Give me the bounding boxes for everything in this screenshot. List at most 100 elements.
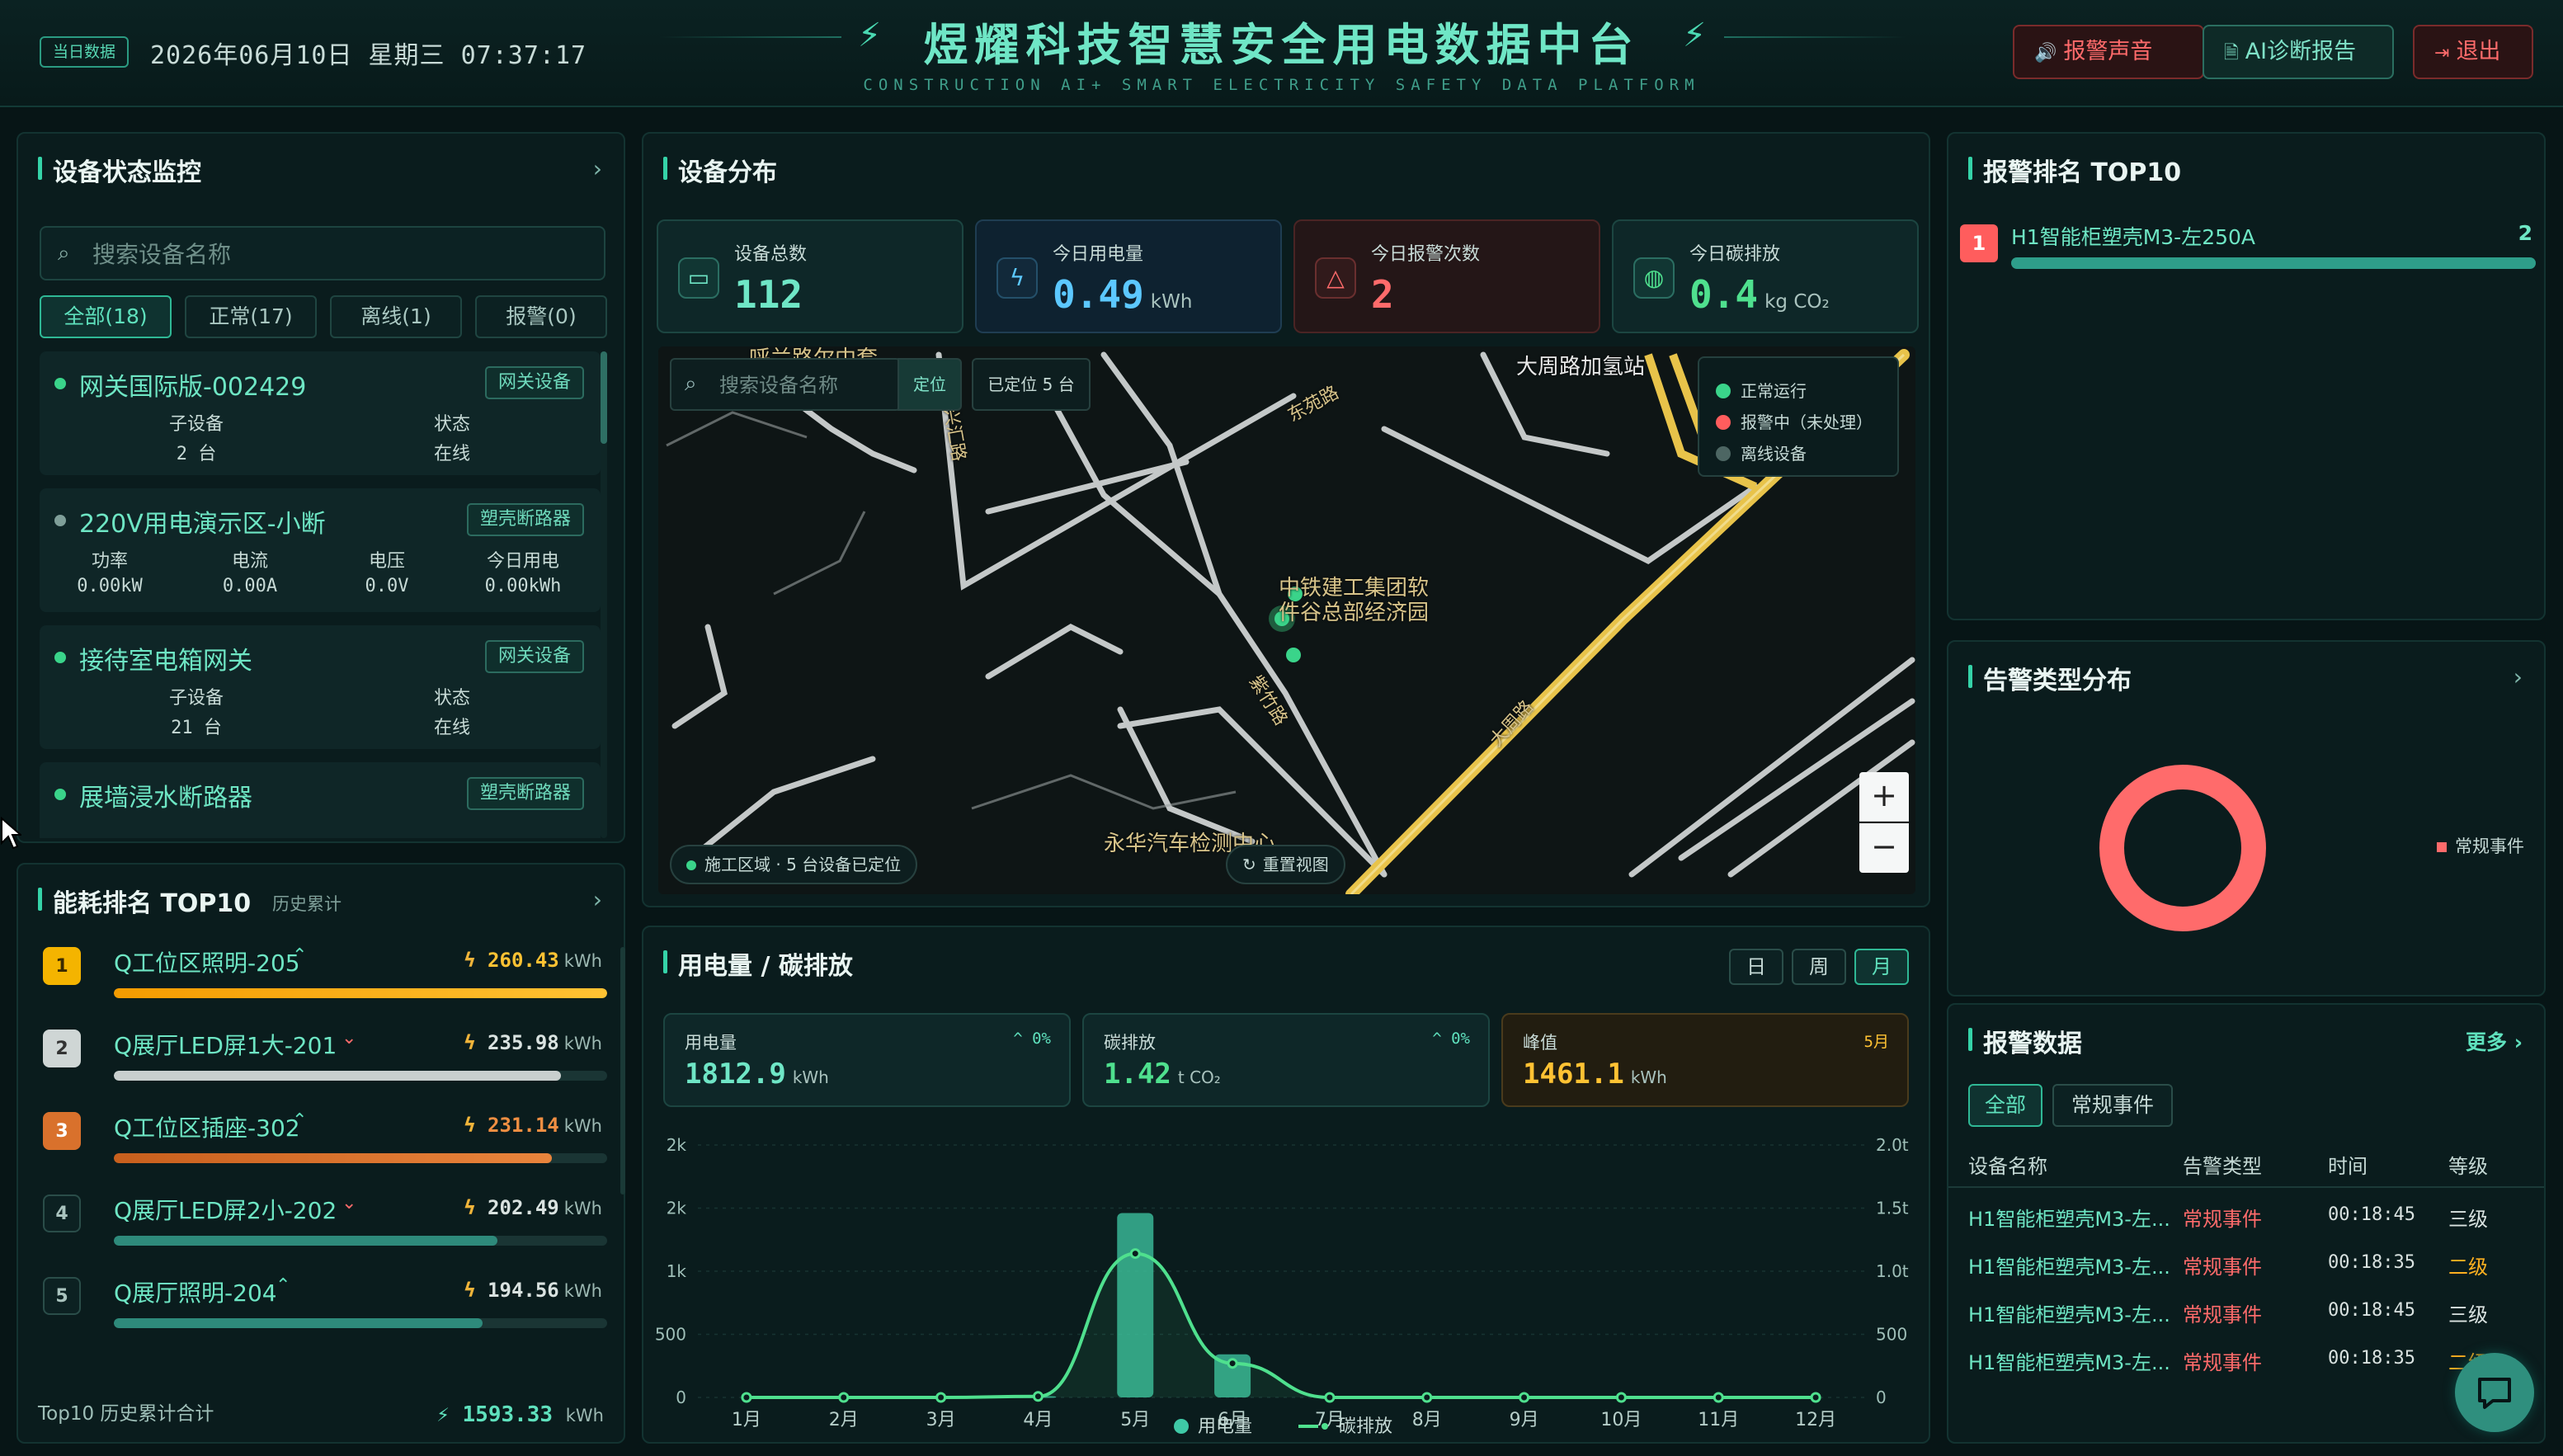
panel-title: 能耗排名 TOP10: [38, 883, 251, 919]
table-row[interactable]: H1智能柜塑壳M3-左... 常规事件 00:18:45 三级: [1948, 1289, 2544, 1336]
energy-rank-row[interactable]: 2 Q展厅LED屏1大-201 ϟ 235.98 kWh ⌄: [43, 1013, 612, 1092]
alarm-time-cell: 00:18:45: [2328, 1204, 2415, 1225]
usage-stat-energy: 用电量 ^ 0% 1812.9 kWh: [663, 1013, 1071, 1107]
device-type-badge: 网关设备: [484, 366, 584, 399]
y-tick-label-right: 1.5t: [1876, 1199, 1909, 1218]
device-list: 网关国际版-002429 网关设备 子设备 2 台 状态 在线 220V用电演示…: [40, 351, 610, 838]
zoom-in-button[interactable]: +: [1859, 772, 1909, 822]
y-tick-label-right: 500: [1876, 1325, 1907, 1345]
logout-button[interactable]: ⇥ 退出: [2413, 25, 2533, 79]
alarm-time-cell: 00:18:35: [2328, 1348, 2415, 1369]
legend-swatch: [2437, 842, 2447, 852]
energy-bar-fill: [114, 1153, 553, 1163]
trend-down-icon: ⌄: [342, 1193, 357, 1213]
chevron-right-icon[interactable]: ›: [593, 155, 602, 182]
alarm-type-cell: 常规事件: [2183, 1208, 2262, 1231]
device-card[interactable]: 展墙浸水断路器 塑壳断路器: [40, 762, 601, 838]
bolt-icon: ϟ: [464, 1114, 476, 1137]
alarm-time-cell: 00:18:35: [2328, 1252, 2415, 1273]
energy-device-name: Q工位区照明-205: [114, 949, 300, 977]
filter-tab-alarm[interactable]: 报警(0): [475, 295, 607, 338]
y-tick-label-left: 2k: [667, 1135, 687, 1155]
carbon-point: [1615, 1392, 1627, 1403]
stat-card-today-alarms: △ 今日报警次数 2: [1293, 219, 1600, 333]
panel-subtitle: 历史累计: [272, 894, 342, 914]
period-tab-week[interactable]: 周: [1792, 949, 1846, 985]
globe-icon: ◍: [1633, 257, 1675, 299]
trend-up-icon: ⌃: [292, 1110, 308, 1131]
energy-rank-row[interactable]: 6接待室照明-206ϟ 130.09kWh⌄: [43, 1343, 612, 1359]
alarm-type-panel: 告警类型分布 › 常规事件: [1947, 640, 2546, 997]
energy-footer-label: Top10 历史累计合计: [38, 1403, 214, 1425]
energy-rank-row[interactable]: 4 Q展厅LED屏2小-202 ϟ 202.49 kWh ⌄: [43, 1178, 612, 1257]
filter-tab-normal[interactable]: 正常(17): [185, 295, 317, 338]
reset-view-button[interactable]: ↻ 重置视图: [1226, 845, 1345, 884]
device-card[interactable]: 网关国际版-002429 网关设备 子设备 2 台 状态 在线: [40, 351, 601, 475]
alarm-rank-bar: [2011, 257, 2536, 269]
device-field: 电流 0.00A: [222, 551, 278, 596]
chat-button[interactable]: [2455, 1353, 2534, 1432]
bolt-icon: ϟ: [464, 949, 476, 972]
more-link[interactable]: 更多 ›: [2466, 1026, 2523, 1056]
energy-rank-row[interactable]: 3 Q工位区插座-302 ϟ 231.14 kWh ⌃: [43, 1096, 612, 1175]
panel-title: 告警类型分布: [1968, 660, 2132, 696]
energy-rank-row[interactable]: 5 Q展厅照明-204 ϟ 194.56 kWh ⌃: [43, 1260, 612, 1340]
alarm-device-cell: H1智能柜塑壳M3-左...: [1968, 1208, 2170, 1231]
energy-list-scrollbar[interactable]: [620, 947, 625, 1194]
device-field: 电压 0.0V: [365, 551, 409, 596]
alarm-rank-device-name[interactable]: H1智能柜塑壳M3-左250A: [2011, 221, 2255, 251]
table-row[interactable]: H1智能柜塑壳M3-左... 常规事件 00:18:35 二级: [1948, 1241, 2544, 1289]
bolt-icon: ϟ: [996, 257, 1038, 299]
filter-tab-all[interactable]: 全部(18): [40, 295, 172, 338]
device-card[interactable]: 220V用电演示区-小断 塑壳断路器 功率 0.00kW 电流 0.00A 电压…: [40, 488, 601, 612]
device-list-scrollbar[interactable]: [601, 351, 607, 838]
alarm-level-cell: 三级: [2448, 1208, 2488, 1231]
donut-slice[interactable]: [2099, 765, 2266, 931]
device-search-input[interactable]: [92, 238, 587, 271]
rank-badge: 5: [43, 1277, 81, 1315]
energy-bar-track: [114, 1153, 607, 1163]
table-row[interactable]: H1智能柜塑壳M3-左... 常规事件 00:18:45 三级: [1948, 1193, 2544, 1241]
period-tab-month[interactable]: 月: [1854, 949, 1909, 985]
x-tick-label: 10月: [1600, 1410, 1642, 1430]
alarm-rank-count: 2: [2518, 221, 2532, 245]
zoom-out-button[interactable]: −: [1859, 823, 1909, 873]
device-name: 220V用电演示区-小断: [79, 510, 326, 539]
map-search-input[interactable]: [719, 371, 884, 399]
filter-tab-offline[interactable]: 离线(1): [330, 295, 462, 338]
device-card[interactable]: 接待室电箱网关 网关设备 子设备 21 台 状态 在线: [40, 625, 601, 749]
ai-report-button[interactable]: 🗎 AI诊断报告: [2203, 25, 2394, 79]
chevron-right-icon[interactable]: ›: [2514, 663, 2523, 690]
alarm-type-legend: 常规事件: [2437, 833, 2524, 858]
usage-stat-peak: 峰值 5月 1461.1 kWh: [1501, 1013, 1909, 1107]
column-header-time: 时间: [2328, 1155, 2367, 1178]
stat-card-today-carbon: ◍ 今日碳排放 0.4 kg CO₂: [1612, 219, 1919, 333]
bolt-icon: ϟ: [464, 1279, 476, 1302]
device-name: 接待室电箱网关: [79, 647, 252, 676]
warning-icon: △: [1315, 257, 1356, 299]
energy-device-name: Q展厅LED屏1大-201: [114, 1032, 337, 1059]
scrollbar-thumb[interactable]: [601, 351, 607, 444]
energy-device-name: Q展厅LED屏2小-202: [114, 1197, 337, 1224]
status-dot: [54, 789, 66, 800]
header: 当日数据 2026年06月10日 星期三 07:37:17 ⚡ ⚡ 煜耀科技智慧…: [0, 0, 2563, 107]
alarm-sound-button[interactable]: 🔊 报警声音: [2013, 25, 2204, 79]
alarm-tab-regular[interactable]: 常规事件: [2052, 1084, 2173, 1127]
y-tick-label-left: 0: [676, 1388, 686, 1407]
panel-title: 设备状态监控: [38, 152, 201, 188]
trend-up-icon: ⌃: [292, 945, 308, 966]
trend-up-icon: ⌃: [276, 1275, 291, 1296]
device-map[interactable]: 中铁建工集团软 件谷总部经济园 大周路加氢站 东苑路 大周路 紫竹路 兴汇路 永…: [658, 346, 1915, 894]
speaker-icon: 🔊: [2034, 43, 2057, 64]
bolt-icon: ϟ: [464, 1196, 476, 1219]
chevron-right-icon[interactable]: ›: [593, 886, 602, 913]
energy-value: ϟ 235.98 kWh: [464, 1031, 602, 1054]
alarm-tab-all[interactable]: 全部: [1968, 1084, 2042, 1127]
map-locate-button[interactable]: 定位: [898, 358, 962, 411]
legend-item-normal: 正常运行: [1716, 378, 1807, 402]
energy-rank-row[interactable]: 1 Q工位区照明-205 ϟ 260.43 kWh ⌃: [43, 931, 612, 1010]
carbon-point: [1810, 1392, 1821, 1403]
energy-bar-track: [114, 988, 607, 998]
device-type-badge: 网关设备: [484, 640, 584, 673]
period-tab-day[interactable]: 日: [1729, 949, 1783, 985]
